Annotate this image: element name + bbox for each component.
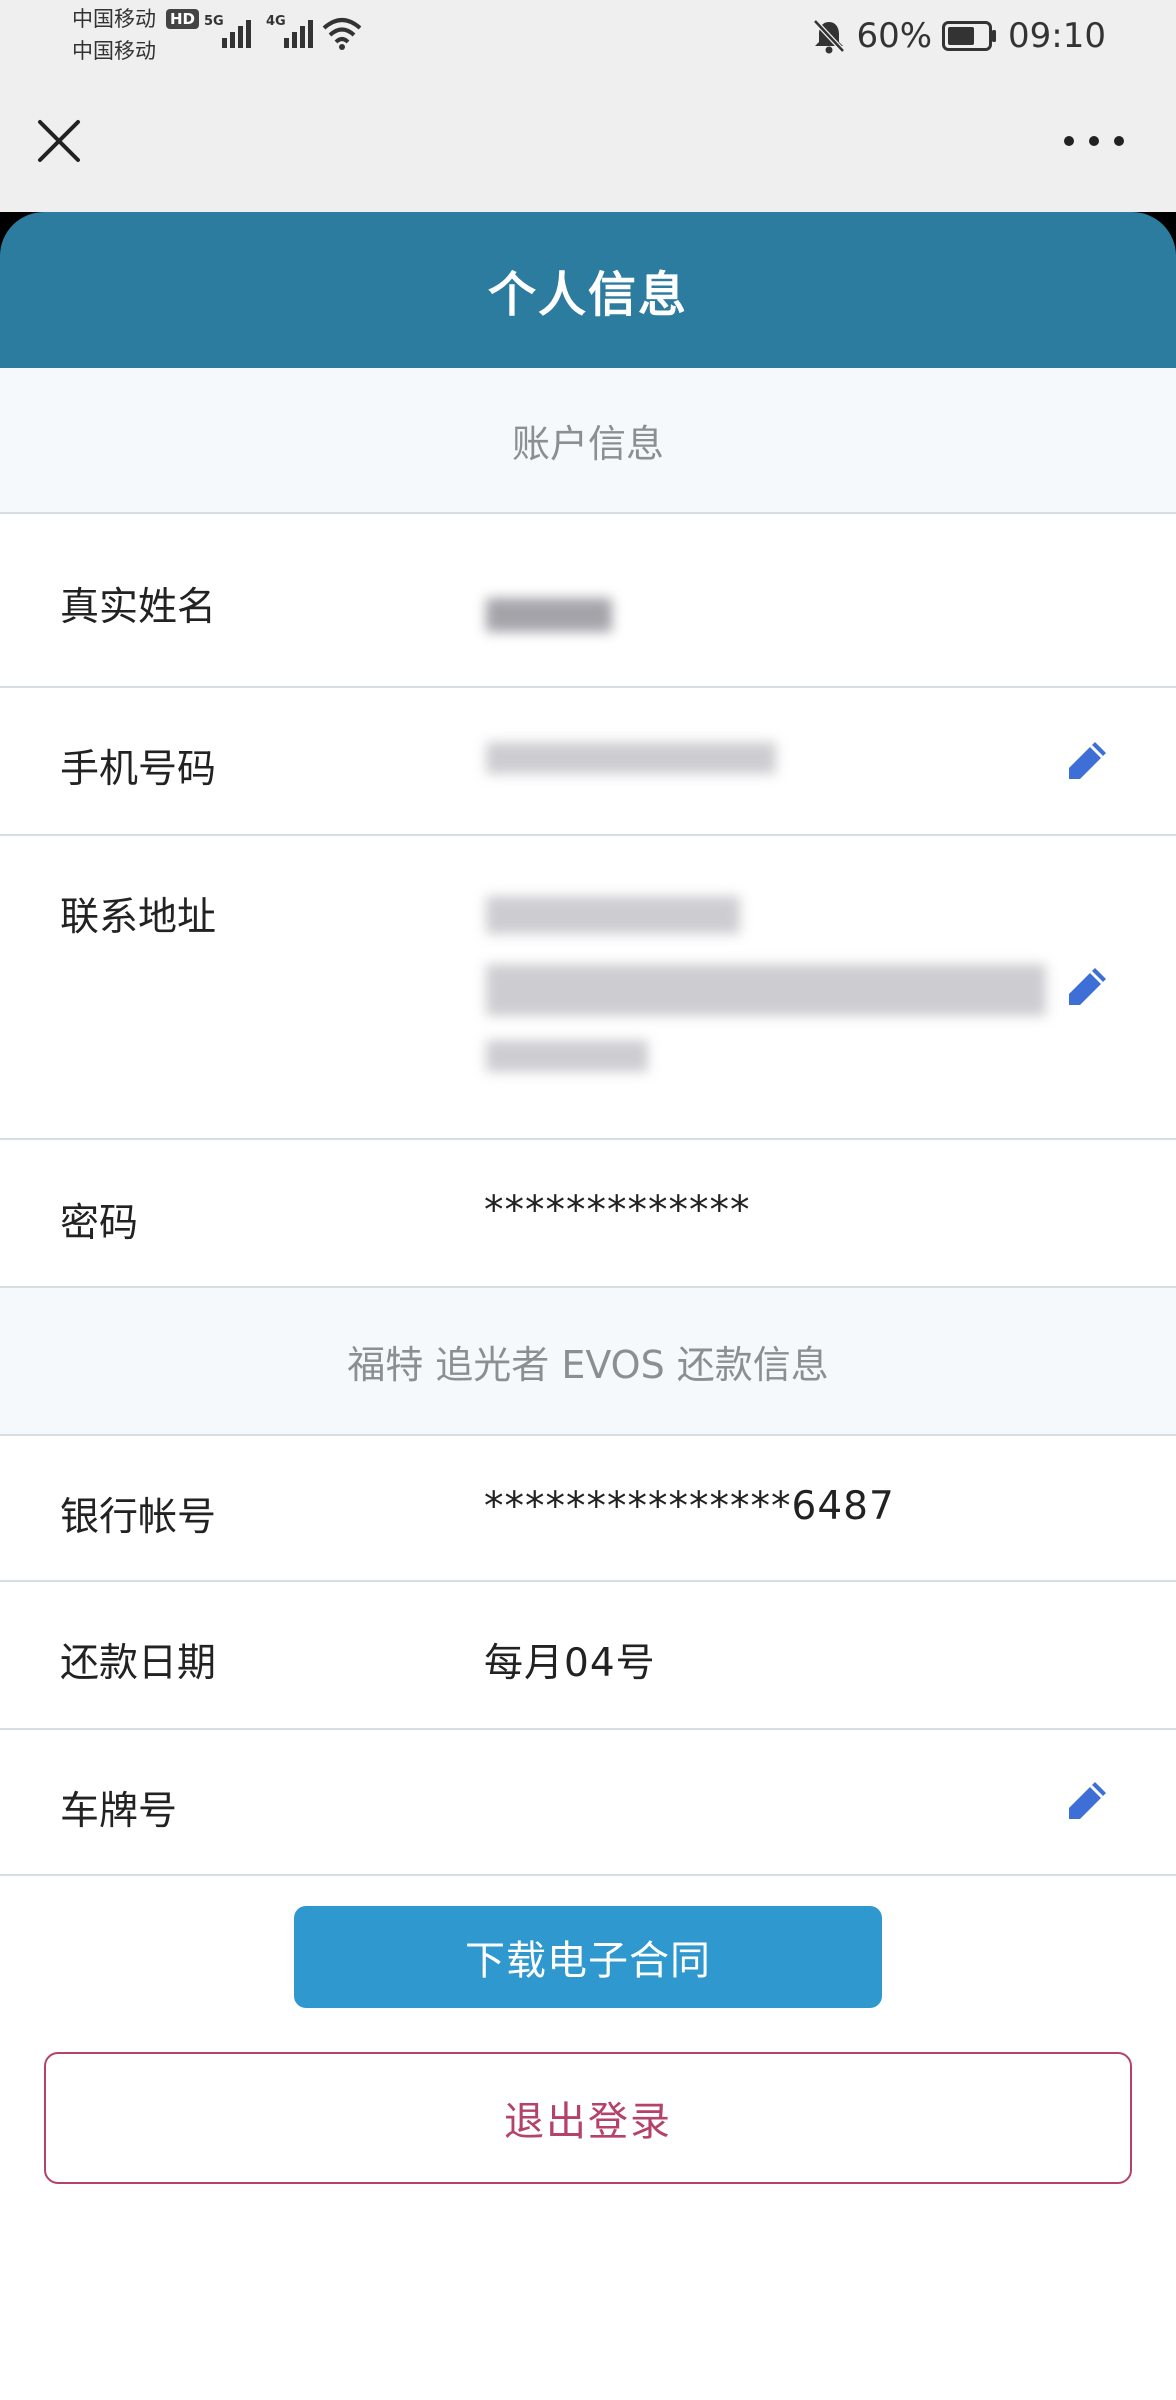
redacted-name	[486, 598, 612, 632]
row-plate-number[interactable]: 车牌号	[0, 1730, 1176, 1876]
row-label: 银行帐号	[60, 1495, 217, 1540]
logout-button[interactable]: 退出登录	[44, 2052, 1132, 2184]
hd-badge: HD	[166, 9, 200, 29]
row-address[interactable]: 联系地址	[0, 836, 1176, 1140]
status-bar: 中国移动 中国移动 HD 5G 4G 60% 09:10	[0, 0, 1176, 72]
wifi-icon	[322, 18, 362, 50]
row-repay-date: 还款日期 每月04号	[0, 1582, 1176, 1730]
sim2-network: 4G	[266, 14, 286, 29]
row-label: 密码	[60, 1201, 139, 1246]
row-label: 手机号码	[60, 747, 217, 792]
battery-icon	[942, 21, 997, 51]
header-wrap: 个人信息	[0, 212, 1176, 368]
page-header: 个人信息	[0, 212, 1176, 368]
bell-off-icon	[813, 19, 846, 54]
edit-pencil-icon[interactable]	[1064, 738, 1110, 784]
redacted-address-line-1	[486, 896, 740, 934]
sim1-network: 5G	[204, 14, 224, 29]
row-label: 真实姓名	[60, 585, 217, 630]
edit-pencil-icon[interactable]	[1064, 1778, 1110, 1824]
redacted-address-line-3	[486, 1040, 648, 1072]
row-password: 密码 *************	[0, 1140, 1176, 1288]
row-phone[interactable]: 手机号码	[0, 688, 1176, 836]
battery-percent: 60%	[856, 16, 933, 56]
repay-section-title: 福特 追光者 EVOS 还款信息	[0, 1288, 1176, 1436]
download-contract-button[interactable]: 下载电子合同	[294, 1906, 882, 2008]
row-label: 车牌号	[60, 1789, 178, 1834]
page: 中国移动 中国移动 HD 5G 4G 60% 09:10 个人信息 账户信息 真…	[0, 0, 1176, 2400]
more-icon[interactable]	[1064, 126, 1124, 156]
row-label: 联系地址	[60, 895, 217, 940]
close-icon[interactable]	[36, 118, 82, 164]
password-value: *************	[484, 1188, 751, 1233]
repay-date-value: 每月04号	[484, 1641, 656, 1686]
carrier-2: 中国移动	[72, 39, 156, 63]
redacted-address-line-2	[486, 964, 1046, 1016]
carrier-1: 中国移动	[72, 7, 156, 31]
redacted-phone	[486, 742, 776, 774]
row-bank-account: 银行帐号 ***************6487	[0, 1436, 1176, 1582]
row-real-name: 真实姓名	[0, 514, 1176, 688]
clock: 09:10	[1008, 16, 1106, 56]
bank-account-value: ***************6487	[484, 1484, 895, 1529]
page-title: 个人信息	[487, 267, 688, 323]
status-right: 60% 09:10	[812, 14, 1106, 58]
row-label: 还款日期	[60, 1641, 217, 1686]
edit-pencil-icon[interactable]	[1064, 964, 1110, 1010]
account-section-title: 账户信息	[0, 368, 1176, 514]
top-bar: 中国移动 中国移动 HD 5G 4G 60% 09:10	[0, 0, 1176, 212]
